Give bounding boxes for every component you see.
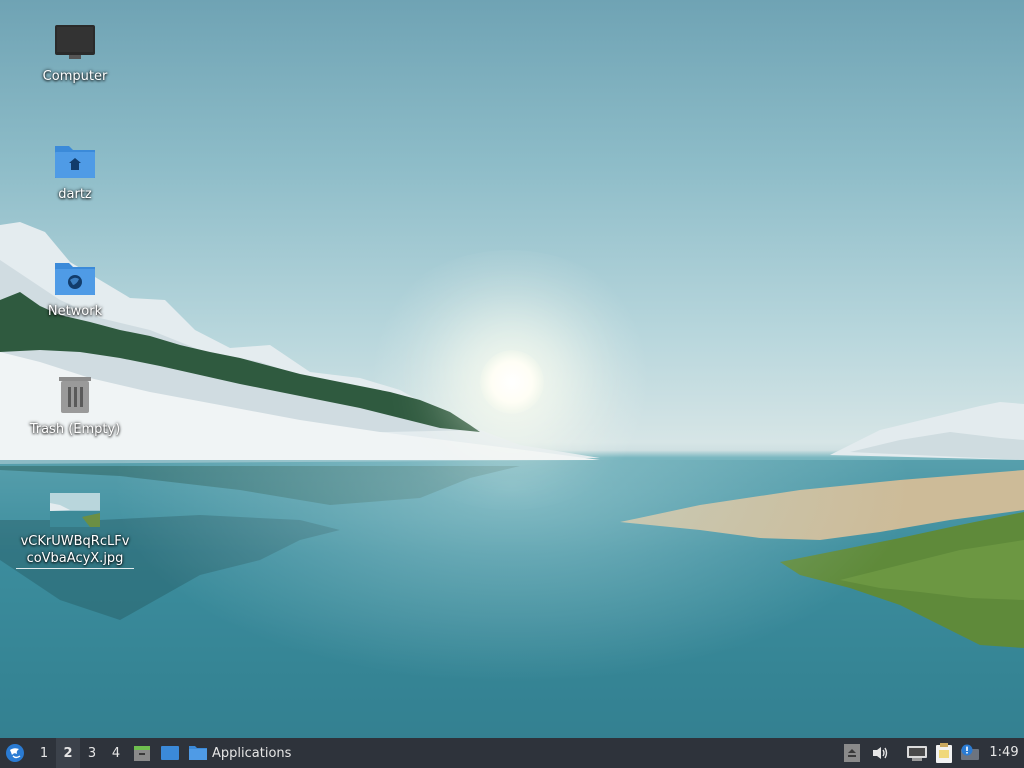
workspace-3-button[interactable]: 3 xyxy=(80,738,104,768)
main-menu-button[interactable] xyxy=(0,738,30,768)
home-folder-icon xyxy=(55,146,95,178)
file-manager-launcher[interactable] xyxy=(128,738,156,768)
network-folder-icon xyxy=(55,263,95,295)
workspace-2-button[interactable]: 2 xyxy=(56,738,80,768)
desktop[interactable]: Computer dartz Network Trash (Empty) vCK… xyxy=(0,0,1024,738)
desktop-icon-label: Computer xyxy=(42,69,108,84)
show-desktop-button[interactable] xyxy=(156,738,184,768)
desktop-icon xyxy=(161,746,179,760)
file-manager-icon xyxy=(134,746,150,761)
eject-icon xyxy=(844,744,860,762)
task-label: Applications xyxy=(212,745,292,761)
eject-tray-button[interactable] xyxy=(842,738,862,768)
network-icon xyxy=(907,746,927,761)
update-notifier-icon xyxy=(961,744,979,760)
desktop-icon-home[interactable]: dartz xyxy=(20,140,130,203)
network-tray-button[interactable] xyxy=(904,738,930,768)
lxqt-logo-icon xyxy=(6,744,24,762)
sun xyxy=(480,350,544,414)
folder-icon xyxy=(189,746,207,760)
taskbar-panel: 1 2 3 4 Applications 1:49 xyxy=(0,738,1024,768)
workspace-4-button[interactable]: 4 xyxy=(104,738,128,768)
trash-icon xyxy=(59,377,91,413)
volume-icon xyxy=(873,747,888,759)
volume-tray-button[interactable] xyxy=(868,738,892,768)
water-sheen xyxy=(0,460,1024,738)
clock[interactable]: 1:49 xyxy=(984,738,1024,768)
desktop-icon-label: Trash (Empty) xyxy=(29,422,121,437)
desktop-icon-label: vCKrUWBqRcLFv coVbaAcyX.jpg xyxy=(16,533,134,569)
desktop-icon-trash[interactable]: Trash (Empty) xyxy=(20,373,130,438)
workspace-1-button[interactable]: 1 xyxy=(32,738,56,768)
clipboard-tray-button[interactable] xyxy=(932,738,956,768)
desktop-icon-label: Network xyxy=(47,304,103,319)
desktop-icon-image-file[interactable]: vCKrUWBqRcLFv coVbaAcyX.jpg xyxy=(16,493,134,569)
desktop-icon-network[interactable]: Network xyxy=(20,257,130,320)
desktop-icon-computer[interactable]: Computer xyxy=(20,22,130,85)
desktop-icon-label: dartz xyxy=(58,187,92,202)
clipboard-icon xyxy=(936,743,952,763)
image-thumbnail-icon xyxy=(50,493,100,527)
update-notifier-tray-button[interactable] xyxy=(958,738,982,768)
task-applications[interactable]: Applications xyxy=(184,738,297,768)
monitor-icon xyxy=(55,25,95,59)
